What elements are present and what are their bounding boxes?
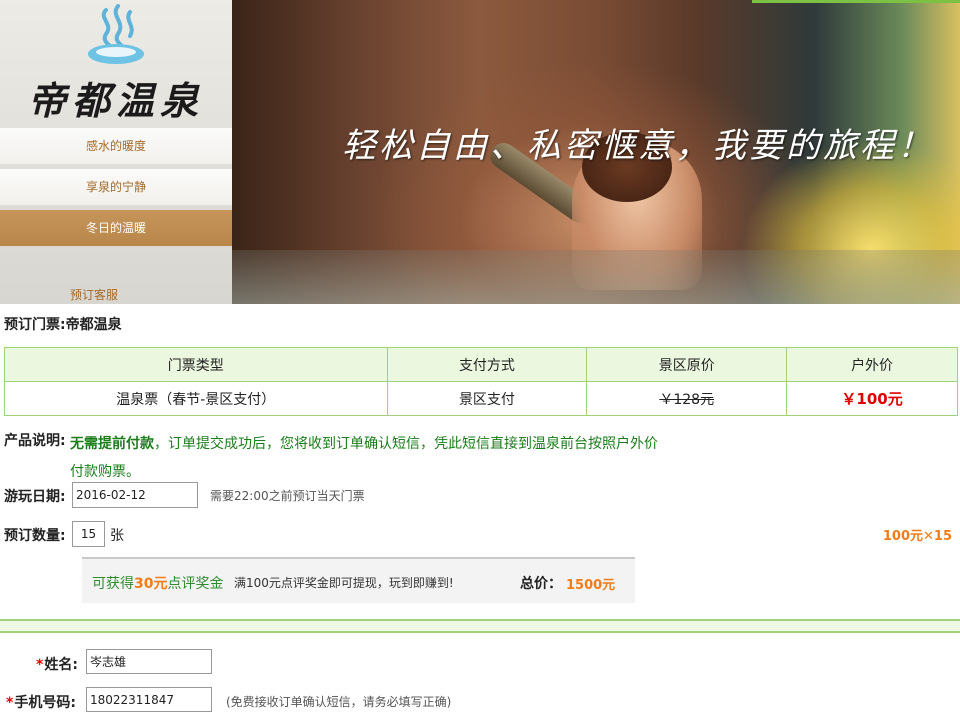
phone-hint: (免费接收订单确认短信，请务必填写正确) <box>226 695 452 709</box>
booking-title: 预订门票:帝都温泉 <box>4 317 122 333</box>
reward-prefix: 可获得 <box>92 576 134 592</box>
cell-original-price: ￥128元 <box>586 381 788 416</box>
required-asterisk-icon: * <box>6 695 14 711</box>
col-original-price: 景区原价 <box>586 347 788 382</box>
hot-spring-logo-icon <box>88 4 144 64</box>
quantity-label: 预订数量: <box>4 528 66 544</box>
quantity-input[interactable] <box>72 521 105 547</box>
ticket-table: 门票类型 支付方式 景区原价 户外价 温泉票（春节-景区支付） 景区支付 ￥12… <box>4 347 958 416</box>
header-banner: 帝都温泉 感水的暖度 享泉的宁静 冬日的温暖 预订客服 轻松自由、私密惬意，我要… <box>0 0 960 304</box>
description-body: ，订单提交成功后，您将收到订单确认短信，凭此短信直接到温泉前台按照户外价付款购票… <box>70 436 658 480</box>
visit-date-label: 游玩日期: <box>4 489 66 505</box>
name-label: *姓名: <box>36 654 78 674</box>
original-price: ￥128元 <box>659 391 715 408</box>
reward-note: 满100元点评奖金即可提现，玩到即赚到! <box>234 576 454 590</box>
description-text: 无需提前付款，订单提交成功后，您将收到订单确认短信，凭此短信直接到温泉前台按照户… <box>70 430 660 486</box>
quantity-calculation: 100元✕15 <box>882 529 952 544</box>
col-ticket-type: 门票类型 <box>4 347 388 382</box>
name-label-text: 姓名: <box>44 657 78 673</box>
outdoor-price: ￥100元 <box>841 390 903 408</box>
table-header-row: 门票类型 支付方式 景区原价 户外价 <box>4 347 958 382</box>
name-input[interactable] <box>86 649 212 674</box>
booking-service-link[interactable]: 预订客服 <box>70 286 118 303</box>
sidebar-item-winter-warmth[interactable]: 冬日的温暖 <box>0 210 232 246</box>
phone-label-text: 手机号码: <box>14 695 76 711</box>
total-price-value: 1500元 <box>566 578 616 593</box>
pool-water-shape <box>232 250 960 304</box>
description-highlight: 无需提前付款 <box>70 436 154 452</box>
sidebar: 帝都温泉 感水的暖度 享泉的宁静 冬日的温暖 预订客服 <box>0 0 232 304</box>
reward-suffix: 点评奖金 <box>167 576 224 592</box>
sidebar-item-warmth[interactable]: 感水的暖度 <box>0 128 232 164</box>
reward-text: 可获得30元点评奖金 <box>92 573 223 593</box>
cell-outdoor-price: ￥100元 <box>786 381 958 416</box>
col-payment-method: 支付方式 <box>386 347 588 382</box>
banner-photo: 轻松自由、私密惬意，我要的旅程！ <box>232 0 960 304</box>
banner-slogan: 轻松自由、私密惬意，我要的旅程！ <box>342 126 934 166</box>
total-price-label: 总价： <box>520 576 562 592</box>
brand-name: 帝都温泉 <box>27 78 204 123</box>
phone-label: *手机号码: <box>6 692 76 712</box>
logo[interactable]: 帝都温泉 <box>0 0 232 128</box>
cell-ticket-type: 温泉票（春节-景区支付） <box>4 381 388 416</box>
quantity-unit: 张 <box>110 528 124 544</box>
visit-date-hint: 需要22:00之前预订当天门票 <box>210 489 365 503</box>
top-accent-strip <box>752 0 960 3</box>
reward-amount: 30元 <box>134 576 168 592</box>
reward-summary-box: 可获得30元点评奖金 满100元点评奖金即可提现，玩到即赚到! 总价： 1500… <box>82 557 635 603</box>
visit-date-input[interactable] <box>72 482 198 508</box>
required-asterisk-icon: * <box>36 657 44 673</box>
phone-input[interactable] <box>86 687 212 712</box>
col-outdoor-price: 户外价 <box>786 347 958 382</box>
section-divider <box>0 619 960 633</box>
table-row: 温泉票（春节-景区支付） 景区支付 ￥128元 ￥100元 <box>4 381 958 416</box>
cell-payment-method: 景区支付 <box>386 381 588 416</box>
description-label: 产品说明: <box>4 433 66 449</box>
sidebar-item-tranquility[interactable]: 享泉的宁静 <box>0 169 232 205</box>
